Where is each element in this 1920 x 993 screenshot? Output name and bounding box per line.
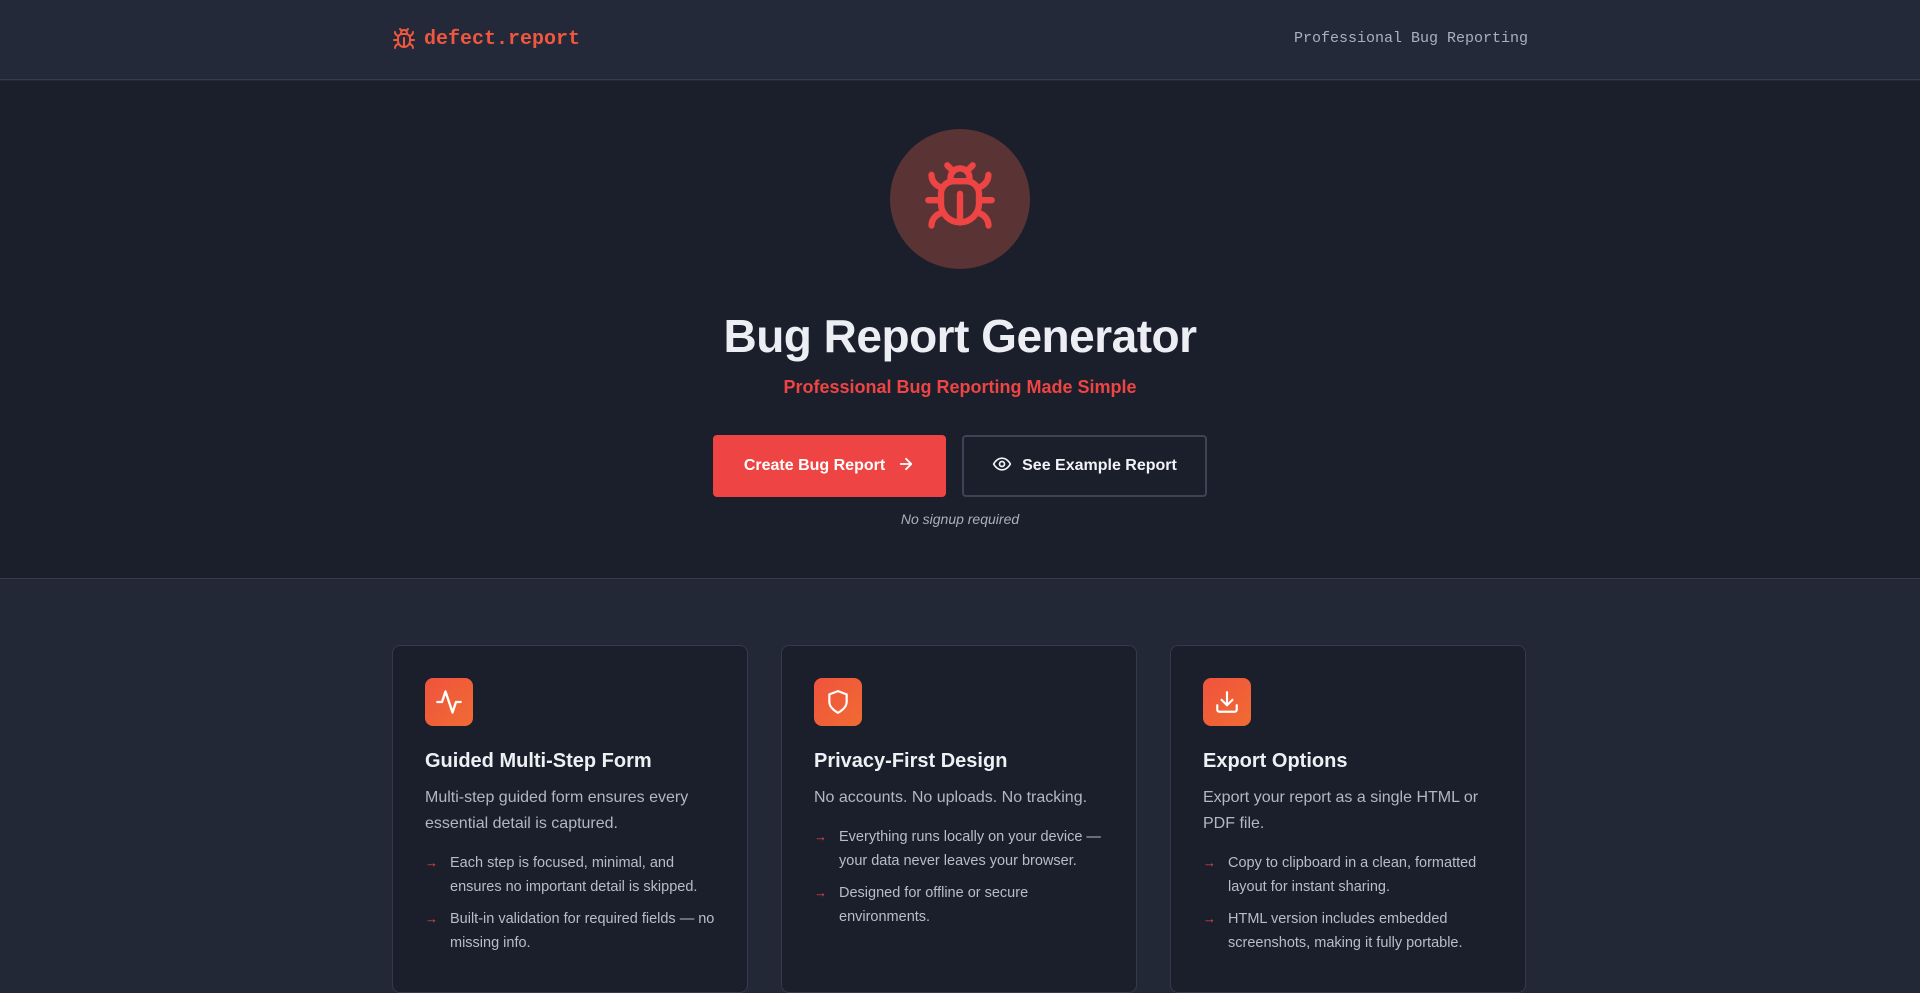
feature-point-text: Designed for offline or secure environme… — [839, 885, 1029, 925]
feature-point-text: Everything runs locally on your device —… — [839, 829, 1101, 869]
download-icon — [1203, 678, 1251, 726]
list-item: → HTML version includes embedded screensh… — [1203, 907, 1493, 955]
feature-description: Export your report as a single HTML or P… — [1203, 789, 1479, 832]
header-tagline: Professional Bug Reporting — [1293, 30, 1528, 47]
feature-point-text: HTML version includes embedded screensho… — [1228, 911, 1463, 951]
see-example-report-button[interactable]: See Example Report — [962, 435, 1207, 497]
arrow-right-icon: → — [1203, 855, 1216, 870]
features-section: Guided Multi-Step Form Multi-step guided… — [392, 645, 1528, 993]
list-item: → Everything runs locally on your device … — [814, 825, 1104, 873]
hero-bug-badge — [890, 129, 1030, 269]
list-item: → Copy to clipboard in a clean, formatted… — [1203, 851, 1493, 899]
brand-name: defect.report — [424, 27, 581, 51]
arrow-right-icon: → — [1203, 911, 1216, 926]
list-item: → Designed for offline or secure environm… — [814, 881, 1104, 929]
bug-icon — [392, 27, 416, 51]
feature-points: → Everything runs locally on your device … — [814, 825, 1104, 929]
feature-point-text: Built-in validation for required fields … — [450, 911, 715, 951]
feature-card-privacy: Privacy-First Design No accounts. No upl… — [781, 645, 1137, 993]
create-bug-report-button[interactable]: Create Bug Report — [713, 435, 946, 497]
see-example-report-label: See Example Report — [1022, 457, 1177, 474]
feature-title: Privacy-First Design — [814, 750, 1008, 772]
arrow-right-icon: → — [814, 885, 827, 900]
feature-point-text: Copy to clipboard in a clean, formatted … — [1228, 855, 1477, 895]
feature-point-text: Each step is focused, minimal, and ensur… — [450, 855, 698, 895]
shield-icon — [814, 678, 862, 726]
list-item: → Each step is focused, minimal, and ensu… — [425, 851, 715, 899]
hero-section: Bug Report Generator Professional Bug Re… — [0, 81, 1920, 579]
feature-title: Export Options — [1203, 750, 1348, 772]
page-title: Bug Report Generator — [723, 310, 1197, 362]
feature-card-guided-form: Guided Multi-Step Form Multi-step guided… — [392, 645, 748, 993]
create-bug-report-label: Create Bug Report — [743, 457, 886, 474]
hero-subtitle: Professional Bug Reporting Made Simple — [783, 377, 1137, 397]
feature-description: Multi-step guided form ensures every ess… — [425, 789, 689, 832]
feature-title: Guided Multi-Step Form — [425, 750, 652, 772]
brand-logo-link[interactable]: defect.report — [392, 26, 580, 52]
top-navbar: defect.report Professional Bug Reporting — [0, 0, 1920, 80]
no-signup-note: No signup required — [900, 511, 1020, 527]
arrow-right-icon: → — [425, 855, 438, 870]
feature-card-export: Export Options Export your report as a s… — [1170, 645, 1526, 993]
bug-icon — [922, 159, 998, 240]
feature-points: → Each step is focused, minimal, and ensu… — [425, 851, 715, 955]
feature-description: No accounts. No uploads. No tracking. — [814, 789, 1088, 806]
arrow-right-icon — [897, 455, 915, 478]
arrow-right-icon: → — [425, 911, 438, 926]
list-item: → Built-in validation for required fields… — [425, 907, 715, 955]
eye-icon — [992, 454, 1012, 479]
arrow-right-icon: → — [814, 829, 827, 844]
feature-points: → Copy to clipboard in a clean, formatted… — [1203, 851, 1493, 955]
activity-icon — [425, 678, 473, 726]
